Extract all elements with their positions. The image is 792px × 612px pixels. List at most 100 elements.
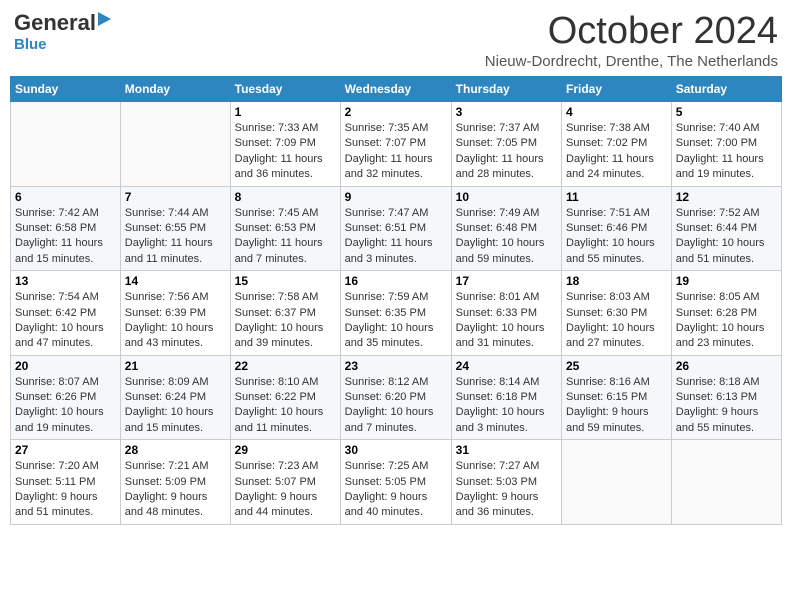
col-header-friday: Friday [562, 77, 672, 102]
day-info: Sunrise: 8:12 AM Sunset: 6:20 PM Dayligh… [345, 375, 447, 437]
col-header-sunday: Sunday [11, 77, 121, 102]
day-number: 27 [15, 443, 116, 457]
day-info: Sunrise: 7:33 AM Sunset: 7:09 PM Dayligh… [235, 121, 336, 183]
day-number: 28 [125, 443, 226, 457]
col-header-wednesday: Wednesday [340, 77, 451, 102]
day-number: 25 [566, 359, 667, 373]
day-number: 15 [235, 274, 336, 288]
day-cell: 6 Sunrise: 7:42 AM Sunset: 6:58 PM Daylig… [11, 186, 121, 271]
day-number: 26 [676, 359, 777, 373]
week-row-3: 13Sunrise: 7:54 AM Sunset: 6:42 PM Dayli… [11, 271, 782, 356]
day-cell: 20 Sunrise: 8:07 AM Sunset: 6:26 PM Dayli… [11, 355, 121, 440]
day-number: 13 [15, 274, 116, 288]
day-cell: 5Sunrise: 7:40 AM Sunset: 7:00 PM Daylig… [671, 102, 781, 187]
day-cell: 25 Sunrise: 8:16 AM Sunset: 6:15 PM Dayli… [562, 355, 672, 440]
day-cell: 10 Sunrise: 7:49 AM Sunset: 6:48 PM Dayli… [451, 186, 561, 271]
day-number: 10 [456, 190, 557, 204]
day-number: 24 [456, 359, 557, 373]
day-info: Sunrise: 7:20 AM Sunset: 5:11 PM Dayligh… [15, 459, 116, 521]
day-number: 31 [456, 443, 557, 457]
day-cell: 23 Sunrise: 8:12 AM Sunset: 6:20 PM Dayli… [340, 355, 451, 440]
day-number: 20 [15, 359, 116, 373]
day-cell: 15 Sunrise: 7:58 AM Sunset: 6:37 PM Dayli… [230, 271, 340, 356]
header-row: SundayMondayTuesdayWednesdayThursdayFrid… [11, 77, 782, 102]
logo-blue: Blue [14, 36, 111, 53]
day-info: Sunrise: 7:45 AM Sunset: 6:53 PM Dayligh… [235, 206, 336, 268]
day-number: 21 [125, 359, 226, 373]
day-number: 23 [345, 359, 447, 373]
day-info: Sunrise: 7:27 AM Sunset: 5:03 PM Dayligh… [456, 459, 557, 521]
week-row-5: 27 Sunrise: 7:20 AM Sunset: 5:11 PM Dayli… [11, 440, 782, 525]
day-info: Sunrise: 7:38 AM Sunset: 7:02 PM Dayligh… [566, 121, 667, 183]
week-row-2: 6 Sunrise: 7:42 AM Sunset: 6:58 PM Daylig… [11, 186, 782, 271]
day-info: Sunrise: 8:14 AM Sunset: 6:18 PM Dayligh… [456, 375, 557, 437]
day-cell: 27 Sunrise: 7:20 AM Sunset: 5:11 PM Dayli… [11, 440, 121, 525]
col-header-saturday: Saturday [671, 77, 781, 102]
day-info: Sunrise: 8:05 AM Sunset: 6:28 PM Dayligh… [676, 290, 777, 352]
day-number: 17 [456, 274, 557, 288]
day-number: 6 [15, 190, 116, 204]
day-info: Sunrise: 8:18 AM Sunset: 6:13 PM Dayligh… [676, 375, 777, 437]
day-number: 22 [235, 359, 336, 373]
day-number: 19 [676, 274, 777, 288]
day-cell [120, 102, 230, 187]
day-info: Sunrise: 8:07 AM Sunset: 6:26 PM Dayligh… [15, 375, 116, 437]
day-cell: 13Sunrise: 7:54 AM Sunset: 6:42 PM Dayli… [11, 271, 121, 356]
day-number: 5 [676, 105, 777, 119]
day-info: Sunrise: 7:56 AM Sunset: 6:39 PM Dayligh… [125, 290, 226, 352]
day-cell: 29 Sunrise: 7:23 AM Sunset: 5:07 PM Dayli… [230, 440, 340, 525]
day-cell: 31 Sunrise: 7:27 AM Sunset: 5:03 PM Dayli… [451, 440, 561, 525]
page-header: General Blue October 2024 Nieuw-Dordrech… [10, 10, 782, 70]
day-info: Sunrise: 8:01 AM Sunset: 6:33 PM Dayligh… [456, 290, 557, 352]
day-cell [562, 440, 672, 525]
day-cell: 4 Sunrise: 7:38 AM Sunset: 7:02 PM Daylig… [562, 102, 672, 187]
day-cell: 9 Sunrise: 7:47 AM Sunset: 6:51 PM Daylig… [340, 186, 451, 271]
day-number: 7 [125, 190, 226, 204]
location-label: Nieuw-Dordrecht, Drenthe, The Netherland… [485, 53, 778, 70]
day-info: Sunrise: 8:16 AM Sunset: 6:15 PM Dayligh… [566, 375, 667, 437]
day-info: Sunrise: 7:35 AM Sunset: 7:07 PM Dayligh… [345, 121, 447, 183]
day-info: Sunrise: 7:58 AM Sunset: 6:37 PM Dayligh… [235, 290, 336, 352]
calendar-table: SundayMondayTuesdayWednesdayThursdayFrid… [10, 76, 782, 525]
day-number: 11 [566, 190, 667, 204]
day-info: Sunrise: 7:23 AM Sunset: 5:07 PM Dayligh… [235, 459, 336, 521]
logo: General Blue [14, 10, 111, 53]
day-cell [671, 440, 781, 525]
day-number: 16 [345, 274, 447, 288]
calendar-header: SundayMondayTuesdayWednesdayThursdayFrid… [11, 77, 782, 102]
day-cell: 1Sunrise: 7:33 AM Sunset: 7:09 PM Daylig… [230, 102, 340, 187]
day-info: Sunrise: 7:59 AM Sunset: 6:35 PM Dayligh… [345, 290, 447, 352]
day-info: Sunrise: 8:03 AM Sunset: 6:30 PM Dayligh… [566, 290, 667, 352]
day-number: 29 [235, 443, 336, 457]
day-cell: 7Sunrise: 7:44 AM Sunset: 6:55 PM Daylig… [120, 186, 230, 271]
day-info: Sunrise: 7:52 AM Sunset: 6:44 PM Dayligh… [676, 206, 777, 268]
calendar-body: 1Sunrise: 7:33 AM Sunset: 7:09 PM Daylig… [11, 102, 782, 525]
week-row-4: 20 Sunrise: 8:07 AM Sunset: 6:26 PM Dayli… [11, 355, 782, 440]
day-cell: 21Sunrise: 8:09 AM Sunset: 6:24 PM Dayli… [120, 355, 230, 440]
day-number: 3 [456, 105, 557, 119]
day-info: Sunrise: 7:42 AM Sunset: 6:58 PM Dayligh… [15, 206, 116, 268]
day-cell: 3 Sunrise: 7:37 AM Sunset: 7:05 PM Daylig… [451, 102, 561, 187]
day-cell: 2Sunrise: 7:35 AM Sunset: 7:07 PM Daylig… [340, 102, 451, 187]
day-cell: 28Sunrise: 7:21 AM Sunset: 5:09 PM Dayli… [120, 440, 230, 525]
day-number: 14 [125, 274, 226, 288]
day-info: Sunrise: 7:49 AM Sunset: 6:48 PM Dayligh… [456, 206, 557, 268]
day-number: 9 [345, 190, 447, 204]
day-cell: 11Sunrise: 7:51 AM Sunset: 6:46 PM Dayli… [562, 186, 672, 271]
day-cell: 12Sunrise: 7:52 AM Sunset: 6:44 PM Dayli… [671, 186, 781, 271]
day-number: 18 [566, 274, 667, 288]
week-row-1: 1Sunrise: 7:33 AM Sunset: 7:09 PM Daylig… [11, 102, 782, 187]
day-number: 30 [345, 443, 447, 457]
day-cell: 8Sunrise: 7:45 AM Sunset: 6:53 PM Daylig… [230, 186, 340, 271]
day-cell: 30Sunrise: 7:25 AM Sunset: 5:05 PM Dayli… [340, 440, 451, 525]
day-cell: 17 Sunrise: 8:01 AM Sunset: 6:33 PM Dayli… [451, 271, 561, 356]
logo-arrow-icon [98, 12, 111, 26]
day-cell [11, 102, 121, 187]
day-cell: 14 Sunrise: 7:56 AM Sunset: 6:39 PM Dayli… [120, 271, 230, 356]
title-block: October 2024 Nieuw-Dordrecht, Drenthe, T… [485, 10, 778, 70]
day-info: Sunrise: 7:37 AM Sunset: 7:05 PM Dayligh… [456, 121, 557, 183]
day-number: 4 [566, 105, 667, 119]
logo-general: General [14, 10, 96, 36]
day-cell: 18 Sunrise: 8:03 AM Sunset: 6:30 PM Dayli… [562, 271, 672, 356]
day-info: Sunrise: 7:47 AM Sunset: 6:51 PM Dayligh… [345, 206, 447, 268]
